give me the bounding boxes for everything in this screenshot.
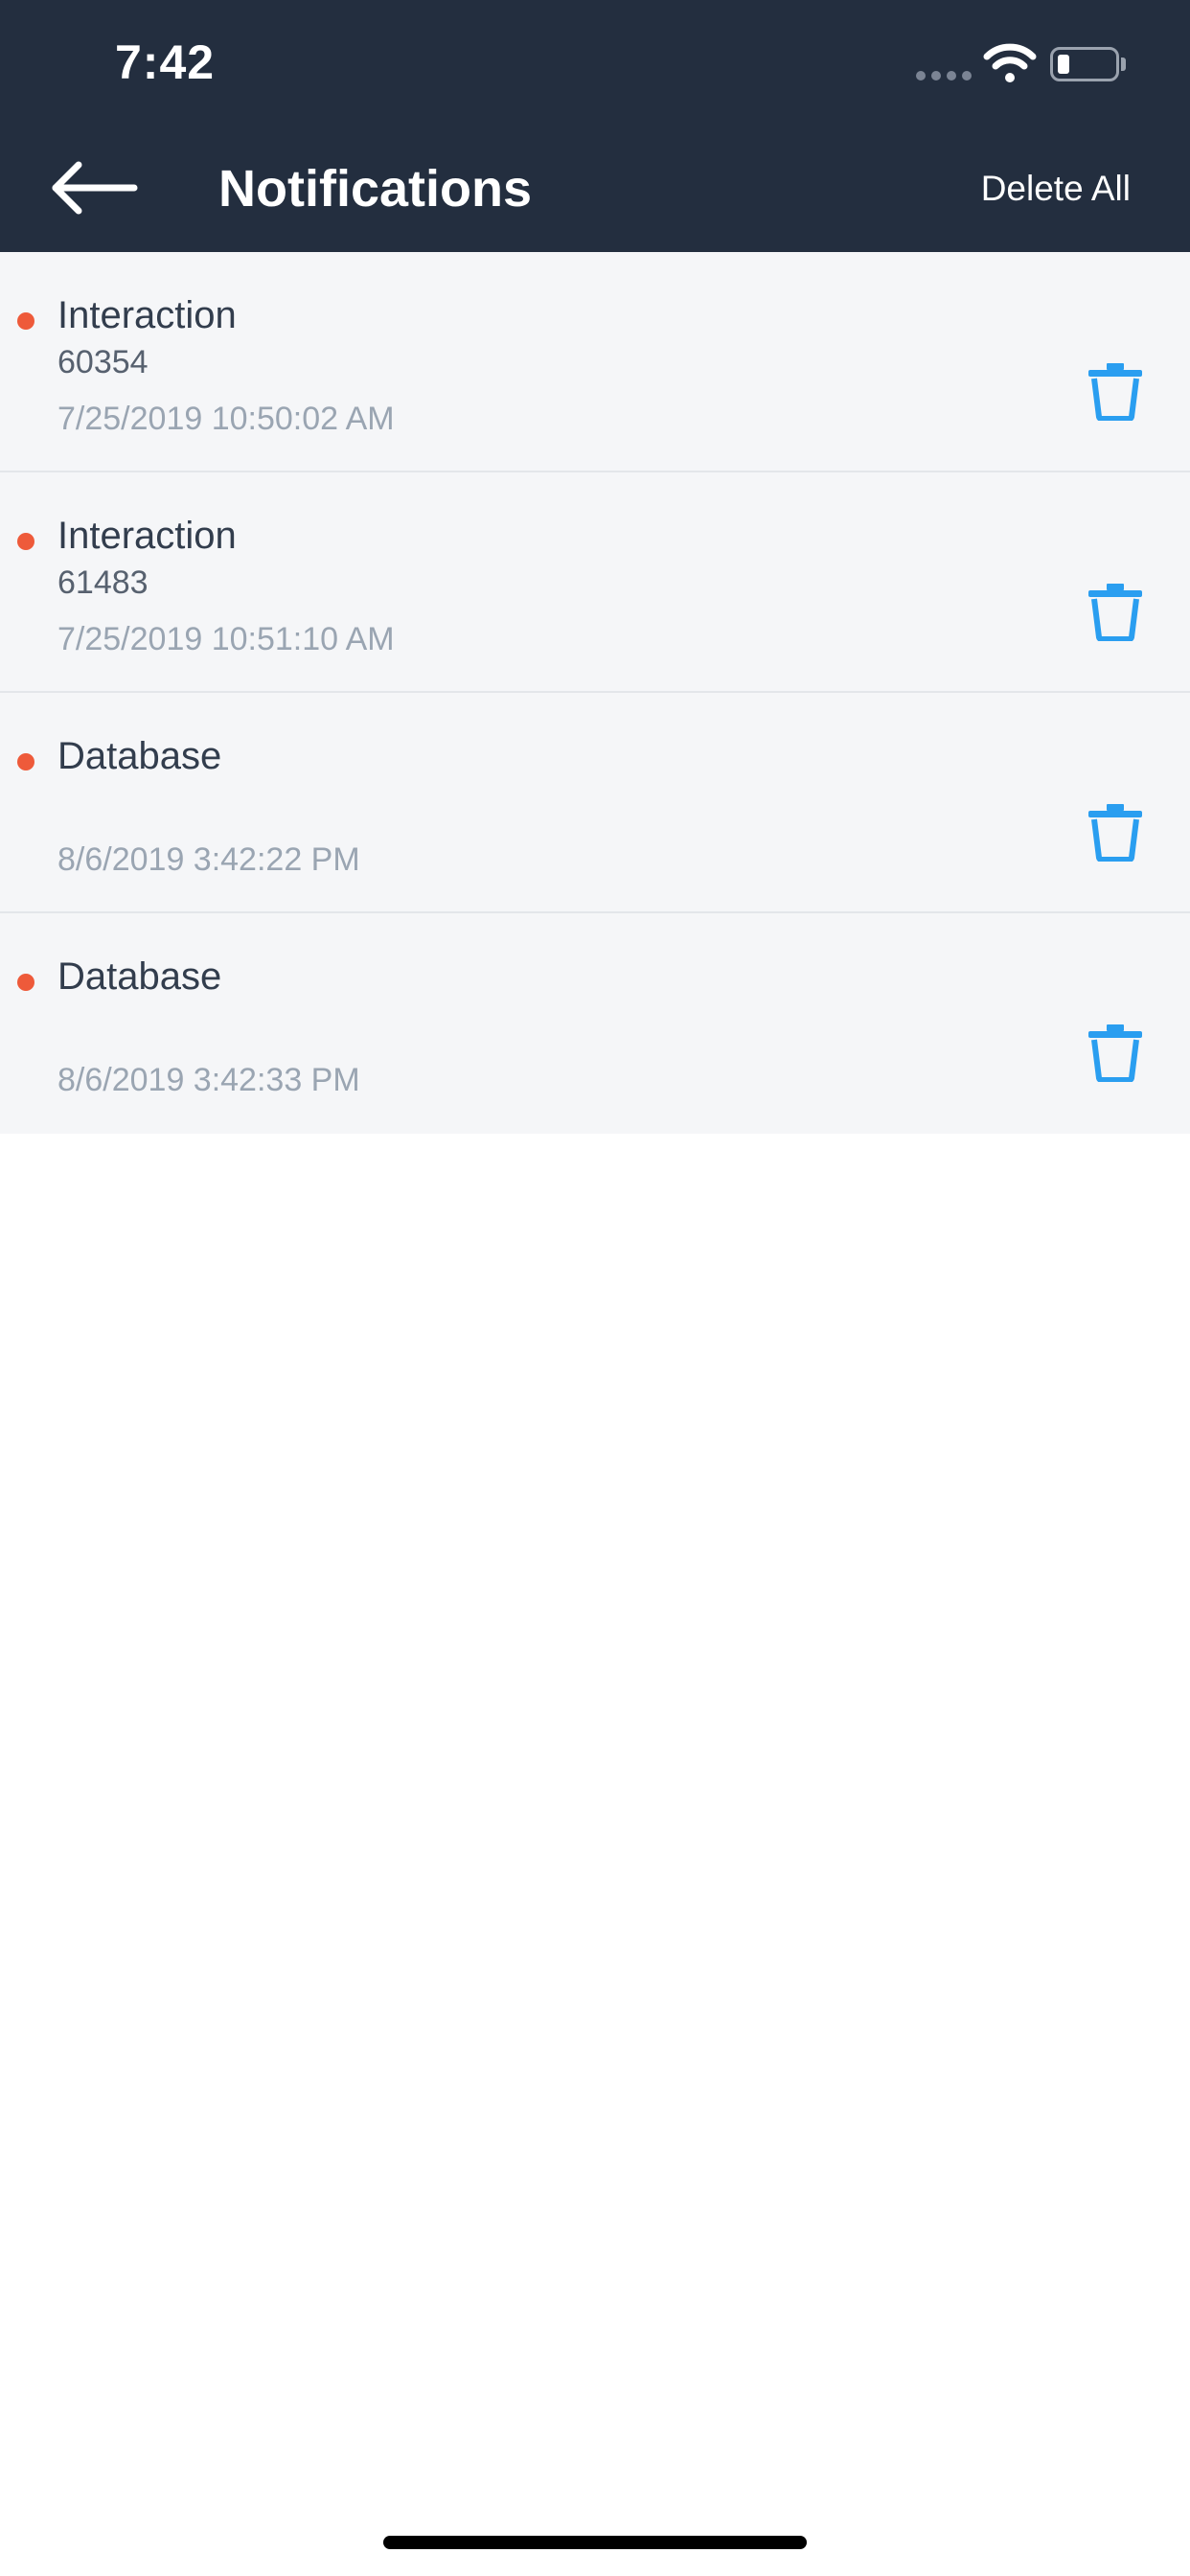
- notification-title: Interaction: [57, 294, 237, 336]
- app-header: 7:42 Notifications Delete All: [0, 0, 1190, 252]
- unread-dot: [17, 753, 34, 770]
- battery-level: [1058, 55, 1069, 74]
- notification-timestamp: 8/6/2019 3:42:33 PM: [57, 1062, 360, 1098]
- notification-item[interactable]: Database 8/6/2019 3:42:22 PM: [0, 693, 1190, 913]
- notification-subtitle: 61483: [57, 564, 149, 601]
- notification-title: Database: [57, 955, 222, 998]
- unread-dot: [17, 533, 34, 550]
- notification-timestamp: 7/25/2019 10:50:02 AM: [57, 401, 395, 437]
- unread-dot: [17, 974, 34, 991]
- signal-icon: [916, 71, 972, 82]
- trash-icon[interactable]: [1087, 802, 1144, 862]
- home-indicator: [383, 2536, 807, 2549]
- notification-title: Database: [57, 735, 222, 777]
- trash-icon[interactable]: [1087, 1023, 1144, 1082]
- notification-item[interactable]: Interaction 60354 7/25/2019 10:50:02 AM: [0, 252, 1190, 472]
- notification-title: Interaction: [57, 515, 237, 557]
- delete-all-button[interactable]: Delete All: [981, 169, 1131, 209]
- notification-subtitle: 60354: [57, 344, 149, 380]
- notification-timestamp: 7/25/2019 10:51:10 AM: [57, 621, 395, 657]
- wifi-icon: [983, 43, 1037, 82]
- notification-item[interactable]: Database 8/6/2019 3:42:33 PM: [0, 913, 1190, 1134]
- notification-list: Interaction 60354 7/25/2019 10:50:02 AM …: [0, 252, 1190, 1134]
- back-arrow-icon[interactable]: [38, 151, 144, 224]
- unread-dot: [17, 312, 34, 330]
- notification-timestamp: 8/6/2019 3:42:22 PM: [57, 841, 360, 878]
- status-time: 7:42: [115, 35, 216, 89]
- page-title: Notifications: [218, 160, 533, 218]
- notification-item[interactable]: Interaction 61483 7/25/2019 10:51:10 AM: [0, 472, 1190, 693]
- battery-icon: [1050, 47, 1119, 81]
- battery-tip: [1121, 58, 1126, 71]
- trash-icon[interactable]: [1087, 582, 1144, 641]
- trash-icon[interactable]: [1087, 361, 1144, 421]
